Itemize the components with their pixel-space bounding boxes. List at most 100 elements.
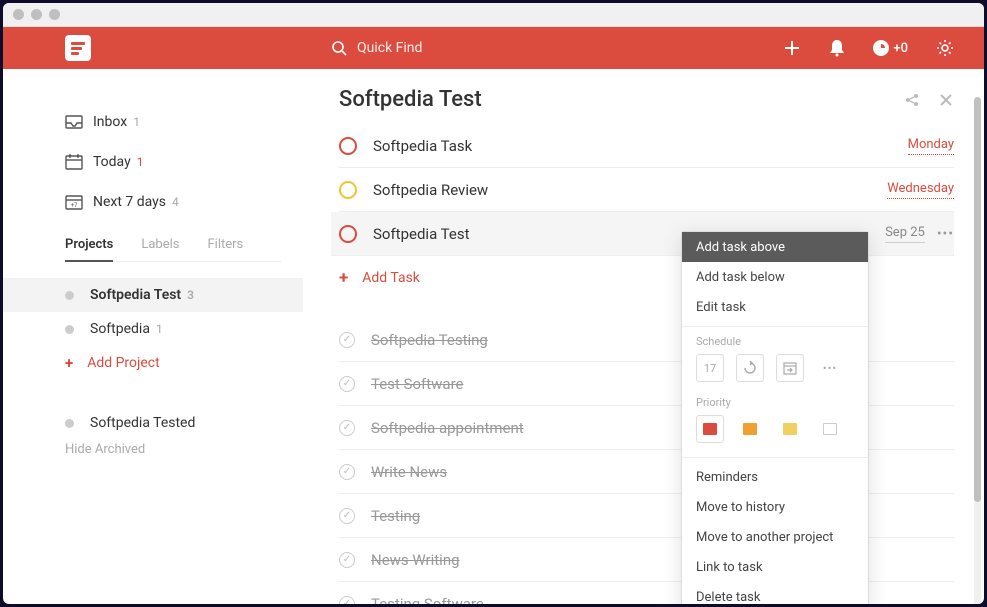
task-checkbox[interactable] xyxy=(339,137,357,155)
svg-text:+7: +7 xyxy=(71,202,78,209)
inbox-icon xyxy=(65,115,83,129)
task-checkbox-done[interactable]: ✓ xyxy=(339,332,355,348)
task-more-icon[interactable]: ••• xyxy=(937,226,954,242)
task-due-date[interactable]: Monday xyxy=(908,137,954,155)
task-checkbox-done[interactable]: ✓ xyxy=(339,508,355,524)
project-label: Softpedia Test xyxy=(90,287,181,303)
top-toolbar: Quick Find +0 xyxy=(3,27,984,69)
menu-reminders[interactable]: Reminders xyxy=(682,462,868,492)
priority-1-button[interactable] xyxy=(696,415,724,443)
traffic-minimize[interactable] xyxy=(31,9,42,20)
task-checkbox-done[interactable]: ✓ xyxy=(339,464,355,480)
project-settings-icon[interactable] xyxy=(938,92,954,108)
window-titlebar xyxy=(3,3,984,27)
main-content: Softpedia Test Softpedia Task Monday Sof… xyxy=(303,69,984,604)
settings-icon[interactable] xyxy=(936,39,954,57)
task-checkbox-done[interactable]: ✓ xyxy=(339,552,355,568)
calendar-week-icon: +7 xyxy=(65,194,83,210)
plus-icon: + xyxy=(339,268,348,288)
project-count: 1 xyxy=(156,322,163,336)
sidebar-item-label: Inbox xyxy=(93,114,127,130)
project-item[interactable]: Softpedia 1 xyxy=(3,312,303,346)
task-label: Testing xyxy=(371,507,420,525)
task-label: Softpedia Task xyxy=(373,137,472,155)
add-task-icon[interactable] xyxy=(783,39,801,57)
page-title: Softpedia Test xyxy=(339,87,482,112)
menu-delete-task[interactable]: Delete task xyxy=(682,582,868,604)
project-label: Softpedia xyxy=(90,321,150,337)
search-placeholder: Quick Find xyxy=(357,40,422,56)
schedule-date-button[interactable]: 17 xyxy=(696,354,724,382)
app-logo[interactable] xyxy=(65,35,91,61)
menu-move-project[interactable]: Move to another project xyxy=(682,522,868,552)
menu-add-task-below[interactable]: Add task below xyxy=(682,262,868,292)
karma-icon xyxy=(873,40,889,56)
menu-move-history[interactable]: Move to history xyxy=(682,492,868,522)
task-context-menu: Add task above Add task below Edit task … xyxy=(681,231,869,604)
sidebar: Inbox 1 Today 1 +7 Next 7 days 4 Project… xyxy=(3,69,303,604)
sidebar-item-count: 1 xyxy=(133,115,140,129)
task-label: Softpedia Testing xyxy=(371,331,488,349)
task-checkbox-done[interactable]: ✓ xyxy=(339,596,355,605)
menu-separator xyxy=(682,457,868,458)
sidebar-item-today[interactable]: Today 1 xyxy=(3,145,303,179)
scrollbar-thumb[interactable] xyxy=(974,97,981,502)
add-project-label: Add Project xyxy=(87,355,160,371)
traffic-zoom[interactable] xyxy=(49,9,60,20)
schedule-repeat-button[interactable] xyxy=(736,354,764,382)
menu-schedule-header: Schedule xyxy=(682,331,868,354)
sidebar-tabs: Projects Labels Filters xyxy=(65,229,281,262)
task-label: Write News xyxy=(371,463,447,481)
task-label: Softpedia appointment xyxy=(371,419,524,437)
sidebar-item-count: 1 xyxy=(137,155,144,169)
tab-projects[interactable]: Projects xyxy=(65,229,113,262)
task-row[interactable]: Softpedia Review Wednesday xyxy=(339,168,954,212)
project-item[interactable]: Softpedia Test 3 xyxy=(3,278,303,312)
task-row[interactable]: Softpedia Task Monday xyxy=(339,124,954,168)
menu-link-task[interactable]: Link to task xyxy=(682,552,868,582)
sidebar-item-label: Next 7 days xyxy=(93,194,166,210)
archived-project-label: Softpedia Tested xyxy=(90,415,195,431)
add-task-label: Add Task xyxy=(362,270,420,286)
project-count: 3 xyxy=(187,288,194,302)
priority-2-button[interactable] xyxy=(736,415,764,443)
task-checkbox-done[interactable]: ✓ xyxy=(339,376,355,392)
menu-edit-task[interactable]: Edit task xyxy=(682,292,868,322)
schedule-calendar-button[interactable] xyxy=(776,354,804,382)
task-label: Testing Software xyxy=(371,595,484,605)
priority-4-button[interactable] xyxy=(816,415,844,443)
karma-indicator[interactable]: +0 xyxy=(873,40,908,56)
archived-project-item[interactable]: Softpedia Tested xyxy=(65,408,303,438)
add-project-button[interactable]: + Add Project xyxy=(3,346,303,380)
priority-3-button[interactable] xyxy=(776,415,804,443)
project-color-dot xyxy=(65,419,74,428)
scrollbar[interactable] xyxy=(974,97,981,604)
search-icon xyxy=(331,40,347,56)
dots-icon: ••• xyxy=(823,362,837,375)
repeat-icon xyxy=(743,361,757,375)
calendar-today-icon xyxy=(65,154,83,170)
task-checkbox[interactable] xyxy=(339,181,357,199)
traffic-close[interactable] xyxy=(13,9,24,20)
tab-labels[interactable]: Labels xyxy=(141,229,179,261)
task-label: Test Software xyxy=(371,375,463,393)
task-checkbox[interactable] xyxy=(339,225,357,243)
hide-archived-link[interactable]: Hide Archived xyxy=(65,442,303,457)
sidebar-item-inbox[interactable]: Inbox 1 xyxy=(3,105,303,139)
sidebar-item-next7days[interactable]: +7 Next 7 days 4 xyxy=(3,185,303,219)
search-input[interactable]: Quick Find xyxy=(331,40,422,56)
flag-orange-icon xyxy=(743,423,757,435)
flag-yellow-icon xyxy=(783,423,797,435)
task-due-date[interactable]: Wednesday xyxy=(887,181,954,199)
project-color-dot xyxy=(65,291,74,300)
notifications-icon[interactable] xyxy=(829,39,845,57)
menu-add-task-above[interactable]: Add task above xyxy=(682,232,868,262)
app-window: Quick Find +0 Inbox 1 Today 1 xyxy=(3,3,984,604)
task-checkbox-done[interactable]: ✓ xyxy=(339,420,355,436)
share-icon[interactable] xyxy=(904,92,920,108)
tab-filters[interactable]: Filters xyxy=(207,229,243,261)
schedule-more-button[interactable]: ••• xyxy=(816,354,844,382)
project-color-dot xyxy=(65,325,74,334)
task-due-date[interactable]: Sep 25 xyxy=(885,225,925,243)
menu-separator xyxy=(682,326,868,327)
